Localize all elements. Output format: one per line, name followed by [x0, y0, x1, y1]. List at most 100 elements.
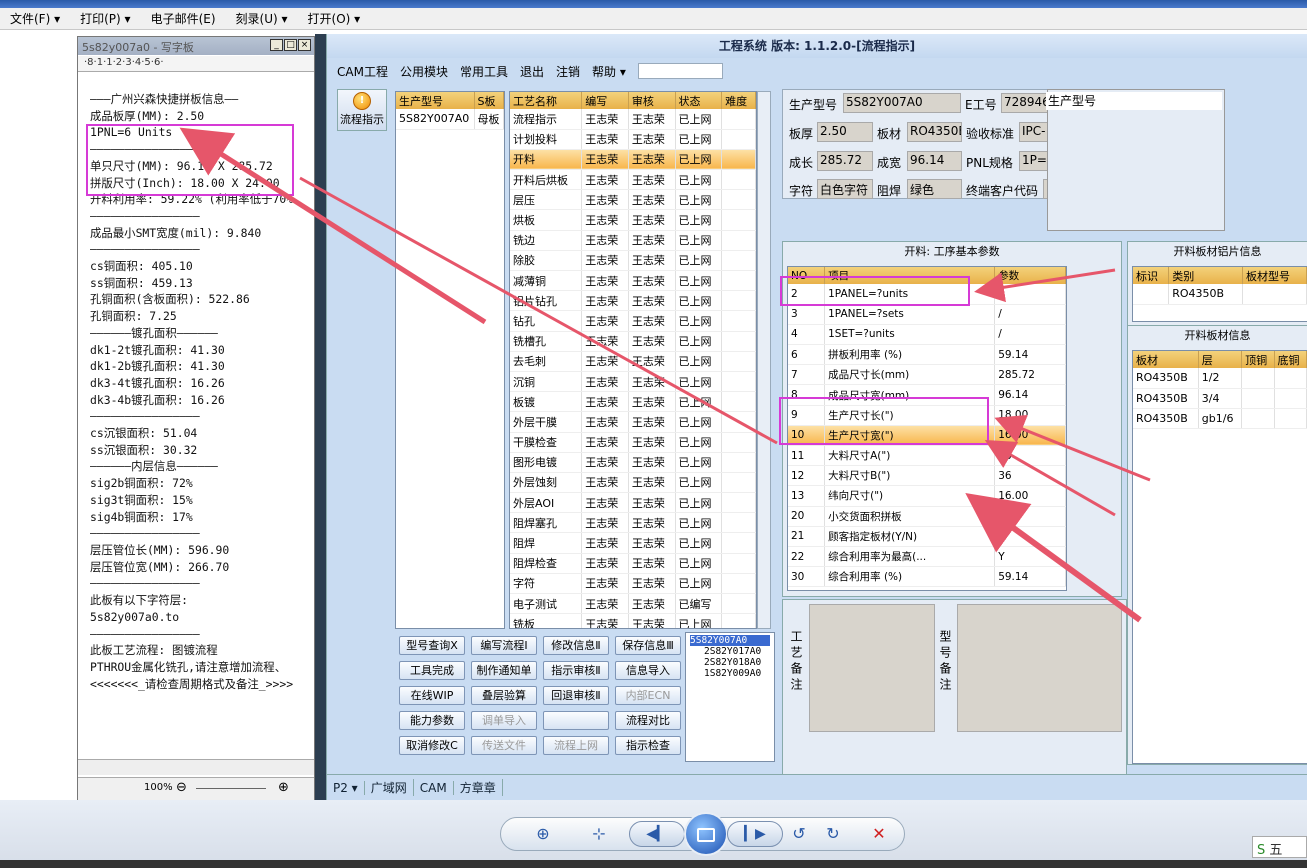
action-button[interactable]: 叠层验算: [471, 686, 537, 705]
zoom-in-icon[interactable]: ⊕: [278, 780, 289, 795]
zoom-slider[interactable]: [196, 788, 266, 789]
thickness-field[interactable]: 2.50: [817, 122, 873, 142]
process-row[interactable]: 层压 王志荣 王志荣 已上网: [510, 189, 756, 211]
foil-column-header[interactable]: 标识: [1133, 267, 1170, 284]
tree-node[interactable]: 5S82Y007A0: [690, 635, 770, 646]
rotate-ccw-icon[interactable]: ↺: [785, 822, 813, 846]
board-column-header[interactable]: 层: [1198, 351, 1243, 368]
action-button[interactable]: 保存信息Ⅲ: [615, 636, 681, 655]
previous-image-button[interactable]: ◀▎: [629, 821, 685, 847]
width-field[interactable]: 96.14: [907, 151, 962, 171]
process-grid-scrollbar[interactable]: [757, 91, 771, 629]
status-item[interactable]: CAM: [414, 780, 454, 795]
param-row[interactable]: 22 综合利用率为最高(... Y: [788, 546, 1066, 568]
material-field[interactable]: RO4350B: [907, 122, 962, 142]
param-row[interactable]: 30 综合利用率 (%) 59.14: [788, 566, 1066, 588]
viewer-menu-item[interactable]: 打开(O) ▾: [298, 10, 371, 27]
legend-field[interactable]: 白色字符: [817, 179, 873, 199]
action-button[interactable]: 工具完成: [399, 661, 465, 680]
action-button[interactable]: 编写流程Ⅰ: [471, 636, 537, 655]
next-image-button[interactable]: ▎▶: [727, 821, 783, 847]
foil-column-header[interactable]: 类别: [1168, 267, 1244, 284]
process-column-header[interactable]: 状态: [675, 92, 723, 109]
action-button[interactable]: 型号查询Ⅹ: [399, 636, 465, 655]
model-list-panel[interactable]: 生产型号: [1046, 89, 1225, 231]
action-button[interactable]: 能力参数: [399, 711, 465, 730]
process-row[interactable]: 铝片钻孔 王志荣 王志荣 已上网: [510, 290, 756, 312]
status-item[interactable]: 广域网: [365, 779, 414, 796]
length-field[interactable]: 285.72: [817, 151, 873, 171]
model-column-header[interactable]: 生产型号: [396, 92, 475, 109]
status-item[interactable]: 方章章: [454, 779, 503, 796]
model-grid[interactable]: 生产型号 S板 5S82Y007A0 母板: [395, 91, 505, 629]
foil-grid[interactable]: 标识 类别 板材型号 RO4350B: [1132, 266, 1307, 322]
board-row[interactable]: RO4350B gb1/6: [1133, 408, 1307, 430]
action-button[interactable]: 回退审核Ⅱ: [543, 686, 609, 705]
viewer-menu-item[interactable]: 打印(P) ▾: [70, 10, 140, 27]
process-remark-textarea[interactable]: [809, 604, 935, 732]
cam-menu-item[interactable]: 帮助 ▾: [592, 63, 626, 80]
action-button[interactable]: 取消修改Ⅽ: [399, 736, 465, 755]
process-row[interactable]: 图形电镀 王志荣 王志荣 已上网: [510, 452, 756, 473]
model-field[interactable]: 5S82Y007A0: [843, 93, 961, 113]
standard-field[interactable]: IPC-: [1019, 122, 1049, 142]
zoom-icon[interactable]: ⊕: [529, 822, 557, 846]
pnl-field[interactable]: 1P=: [1019, 151, 1049, 171]
process-row[interactable]: 开料 王志荣 王志荣 已上网: [510, 149, 756, 171]
flow-indication-button[interactable]: ! 流程指示: [337, 89, 387, 131]
board-grid[interactable]: 板材层顶铜 底铜 RO4350B 1/2 RO4350B 3/4 RO4350B gb1/6: [1132, 350, 1307, 764]
process-row[interactable]: 流程指示 王志荣 王志荣 已上网: [510, 109, 756, 130]
param-row[interactable]: 3 1PANEL=?sets /: [788, 304, 1066, 325]
model-column-header[interactable]: S板: [474, 92, 504, 109]
process-row[interactable]: 计划投料 王志荣 王志荣 已上网: [510, 129, 756, 150]
process-row[interactable]: 阻焊检查 王志荣 王志荣 已上网: [510, 553, 756, 574]
param-row[interactable]: 4 1SET=?units /: [788, 324, 1066, 346]
minimize-icon[interactable]: _: [270, 39, 283, 51]
board-column-header[interactable]: 底铜: [1274, 351, 1307, 368]
process-grid[interactable]: 工艺名称 编写 审核 状态 难度 流程指示 王志荣 王志荣 已上网 计划投料 王志荣 王志荣 已上网 开料…: [509, 91, 757, 629]
board-row[interactable]: RO4350B 1/2: [1133, 368, 1307, 389]
slideshow-button[interactable]: [684, 812, 728, 856]
process-row[interactable]: 开料后烘板 王志荣 王志荣 已上网: [510, 169, 756, 191]
param-row[interactable]: 7 成品尺寸长(mm) 285.72: [788, 364, 1066, 386]
process-row[interactable]: 外层蚀刻 王志荣 王志荣 已上网: [510, 472, 756, 494]
viewer-menu-item[interactable]: 电子邮件(E): [141, 10, 226, 27]
zoom-out-icon[interactable]: ⊖: [176, 780, 187, 795]
action-button[interactable]: 传送文件: [471, 736, 537, 755]
param-row[interactable]: 13 纬向尺寸(") 16.00: [788, 485, 1066, 507]
tree-node[interactable]: 2S82Y017A0: [690, 646, 770, 657]
process-row[interactable]: 除胶 王志荣 王志荣 已上网: [510, 250, 756, 272]
cam-menu-item[interactable]: 注销: [556, 63, 580, 80]
model-row[interactable]: 5S82Y007A0 母板: [396, 109, 504, 130]
process-column-header[interactable]: 编写: [581, 92, 629, 109]
process-row[interactable]: 铣槽孔 王志荣 王志荣 已上网: [510, 331, 756, 352]
action-button[interactable]: 信息导入: [615, 661, 681, 680]
process-row[interactable]: 阻焊塞孔 王志荣 王志荣 已上网: [510, 512, 756, 534]
process-row[interactable]: 烘板 王志荣 王志荣 已上网: [510, 209, 756, 231]
foil-row[interactable]: RO4350B: [1133, 284, 1307, 305]
process-row[interactable]: 钻孔 王志荣 王志荣 已上网: [510, 310, 756, 332]
cam-menu-item[interactable]: CAM工程: [337, 63, 388, 80]
cam-menu-item[interactable]: 公用模块: [400, 63, 448, 80]
tree-node[interactable]: 2S82Y018A0: [690, 657, 770, 668]
board-column-header[interactable]: 板材: [1133, 351, 1199, 368]
action-button[interactable]: 调单导入: [471, 711, 537, 730]
maximize-icon[interactable]: □: [284, 39, 297, 51]
param-column-header[interactable]: 参数: [994, 267, 1066, 284]
process-row[interactable]: 干膜检查 王志荣 王志荣 已上网: [510, 432, 756, 453]
action-button[interactable]: 在线WIP: [399, 686, 465, 705]
param-row[interactable]: 20 小交货面积拼板 N: [788, 506, 1066, 527]
delete-icon[interactable]: ✕: [865, 822, 893, 846]
process-row[interactable]: 电子测试 王志荣 王志荣 已编写: [510, 593, 756, 615]
ime-indicator[interactable]: S 五: [1252, 836, 1307, 858]
mask-field[interactable]: 绿色: [907, 179, 962, 199]
process-row[interactable]: 外层AOI 王志荣 王志荣 已上网: [510, 492, 756, 514]
process-row[interactable]: 外层干膜 王志荣 王志荣 已上网: [510, 411, 756, 433]
process-column-header[interactable]: 审核: [628, 92, 676, 109]
action-button[interactable]: [543, 711, 609, 730]
action-button[interactable]: 制作通知单: [471, 661, 537, 680]
process-row[interactable]: 铣边 王志荣 王志荣 已上网: [510, 230, 756, 251]
param-row[interactable]: 12 大料尺寸B(") 36: [788, 465, 1066, 487]
param-row[interactable]: 6 拼板利用率 (%) 59.14: [788, 344, 1066, 366]
process-row[interactable]: 阻焊 王志荣 王志荣 已上网: [510, 532, 756, 554]
